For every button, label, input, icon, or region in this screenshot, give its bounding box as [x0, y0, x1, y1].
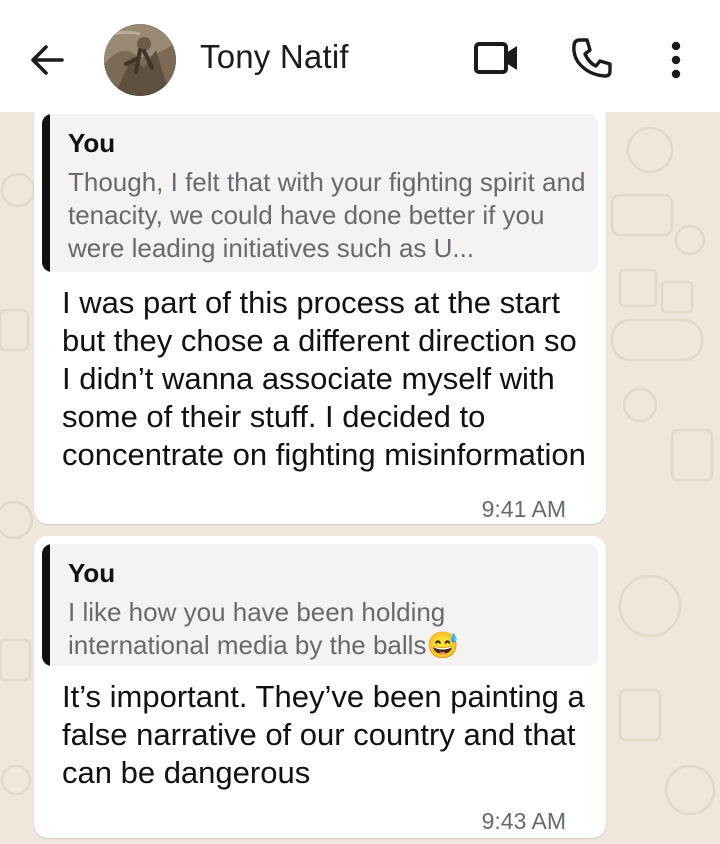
back-arrow-icon[interactable]	[26, 38, 70, 82]
message-bubble[interactable]: You I like how you have been holding int…	[34, 536, 606, 838]
chat-header: Tony Natif	[0, 0, 720, 112]
contact-name[interactable]: Tony Natif	[200, 38, 349, 76]
message-time: 9:43 AM	[481, 808, 566, 834]
message-text: It’s important. They’ve been painting a …	[62, 679, 585, 790]
video-camera-icon[interactable]	[472, 38, 520, 78]
quote-text: I like how you have been holding interna…	[68, 597, 459, 660]
message-time: 9:41 AM	[481, 496, 566, 522]
quote-bar	[42, 544, 50, 666]
quote-bar	[42, 114, 50, 272]
quote-author: You	[68, 128, 116, 158]
message-text: I was part of this process at the start …	[62, 285, 586, 472]
quoted-reply[interactable]: You Though, I felt that with your fighti…	[42, 114, 598, 272]
quote-text: Though, I felt that with your fighting s…	[68, 167, 586, 263]
quote-author: You	[68, 558, 116, 588]
phone-icon[interactable]	[570, 36, 614, 80]
avatar[interactable]	[104, 24, 176, 96]
quoted-reply[interactable]: You I like how you have been holding int…	[42, 544, 598, 666]
message-bubble[interactable]: You Though, I felt that with your fighti…	[34, 104, 606, 524]
more-vert-icon[interactable]	[662, 38, 690, 82]
